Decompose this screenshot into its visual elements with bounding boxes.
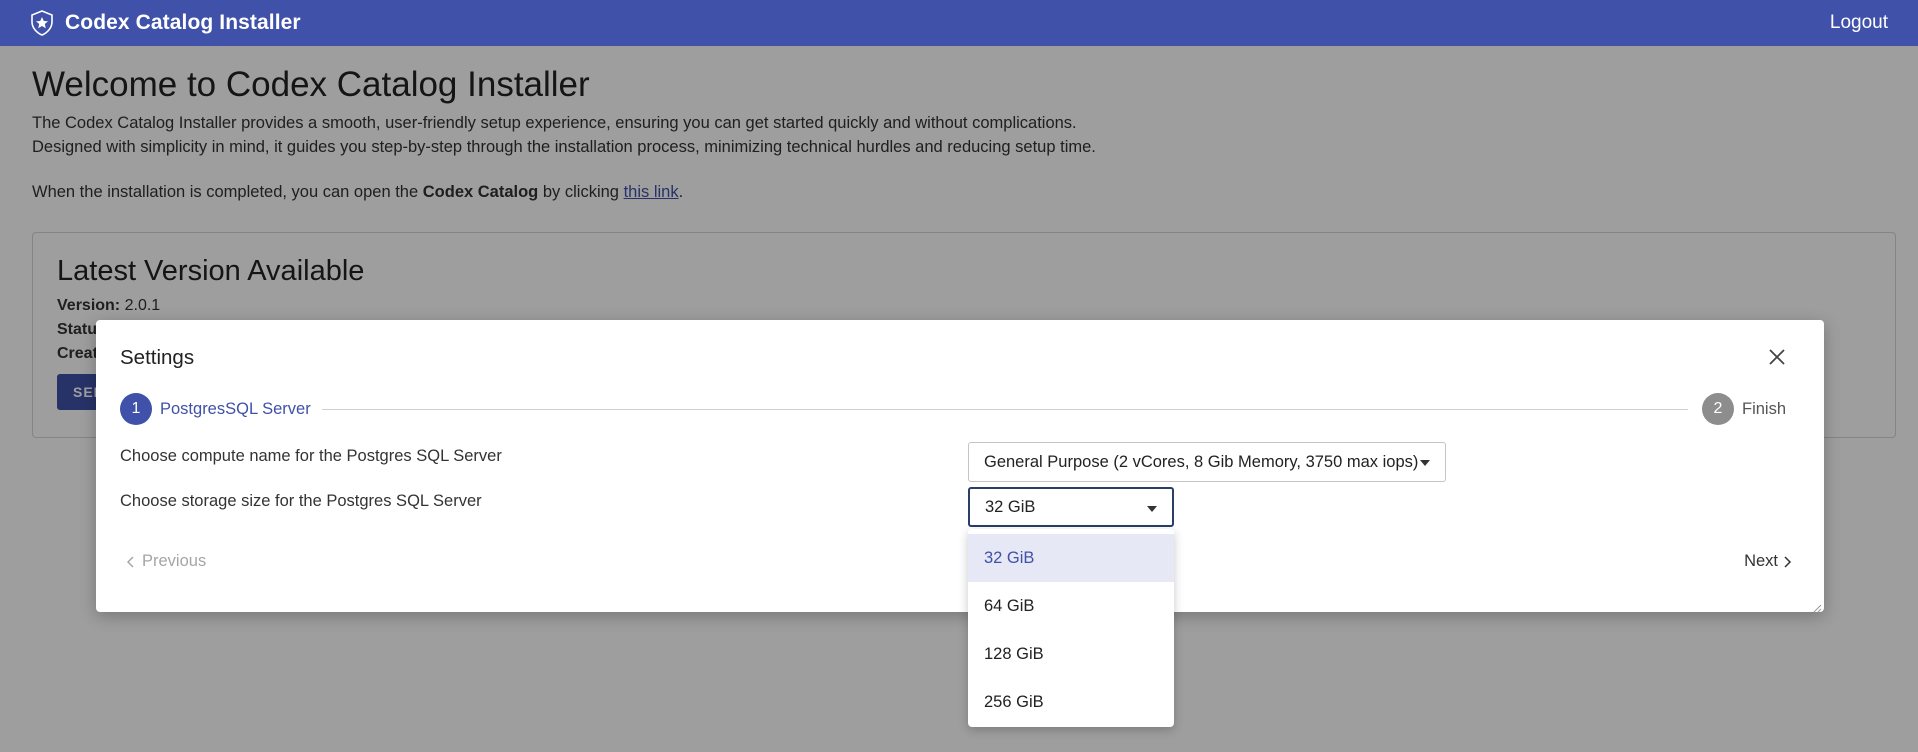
resize-handle[interactable] xyxy=(1812,600,1822,613)
dialog-title: Settings xyxy=(120,346,195,369)
caret-down-icon xyxy=(1420,460,1430,466)
storage-option-32[interactable]: 32 GiB xyxy=(968,534,1174,582)
storage-size-options: 32 GiB 64 GiB 128 GiB 256 GiB xyxy=(968,529,1174,727)
top-app-bar: Codex Catalog Installer Logout xyxy=(0,0,1918,46)
caret-down-icon xyxy=(1147,506,1157,512)
next-button[interactable]: Next xyxy=(1744,552,1794,571)
step-connector xyxy=(322,409,1688,410)
step-1-number: 1 xyxy=(120,393,152,425)
close-icon[interactable] xyxy=(1766,346,1788,368)
chevron-left-icon xyxy=(126,555,136,569)
previous-button[interactable]: Previous xyxy=(126,552,206,571)
storage-option-256[interactable]: 256 GiB xyxy=(968,678,1174,726)
step-1-label: PostgresSQL Server xyxy=(160,400,311,418)
settings-dialog: Settings 1 PostgresSQL Server 2 Finish C… xyxy=(96,320,1824,613)
storage-option-64[interactable]: 64 GiB xyxy=(968,582,1174,630)
logout-button[interactable]: Logout xyxy=(1830,12,1888,34)
storage-option-128[interactable]: 128 GiB xyxy=(968,630,1174,678)
storage-size-value: 32 GiB xyxy=(985,497,1036,516)
storage-size-label: Choose storage size for the Postgres SQL… xyxy=(120,492,482,510)
step-2-label: Finish xyxy=(1742,400,1787,418)
compute-name-label: Choose compute name for the Postgres SQL… xyxy=(120,447,502,465)
compute-name-value: General Purpose (2 vCores, 8 Gib Memory,… xyxy=(984,452,1419,471)
compute-name-select[interactable]: General Purpose (2 vCores, 8 Gib Memory,… xyxy=(968,442,1446,482)
step-2-number: 2 xyxy=(1702,393,1734,425)
app-title: Codex Catalog Installer xyxy=(65,11,301,34)
stepper: 1 PostgresSQL Server 2 Finish xyxy=(120,393,1787,427)
next-label: Next xyxy=(1744,552,1778,570)
shield-icon xyxy=(30,9,56,37)
previous-label: Previous xyxy=(142,552,207,570)
chevron-right-icon xyxy=(1784,555,1794,569)
storage-size-select[interactable]: 32 GiB xyxy=(968,487,1174,527)
